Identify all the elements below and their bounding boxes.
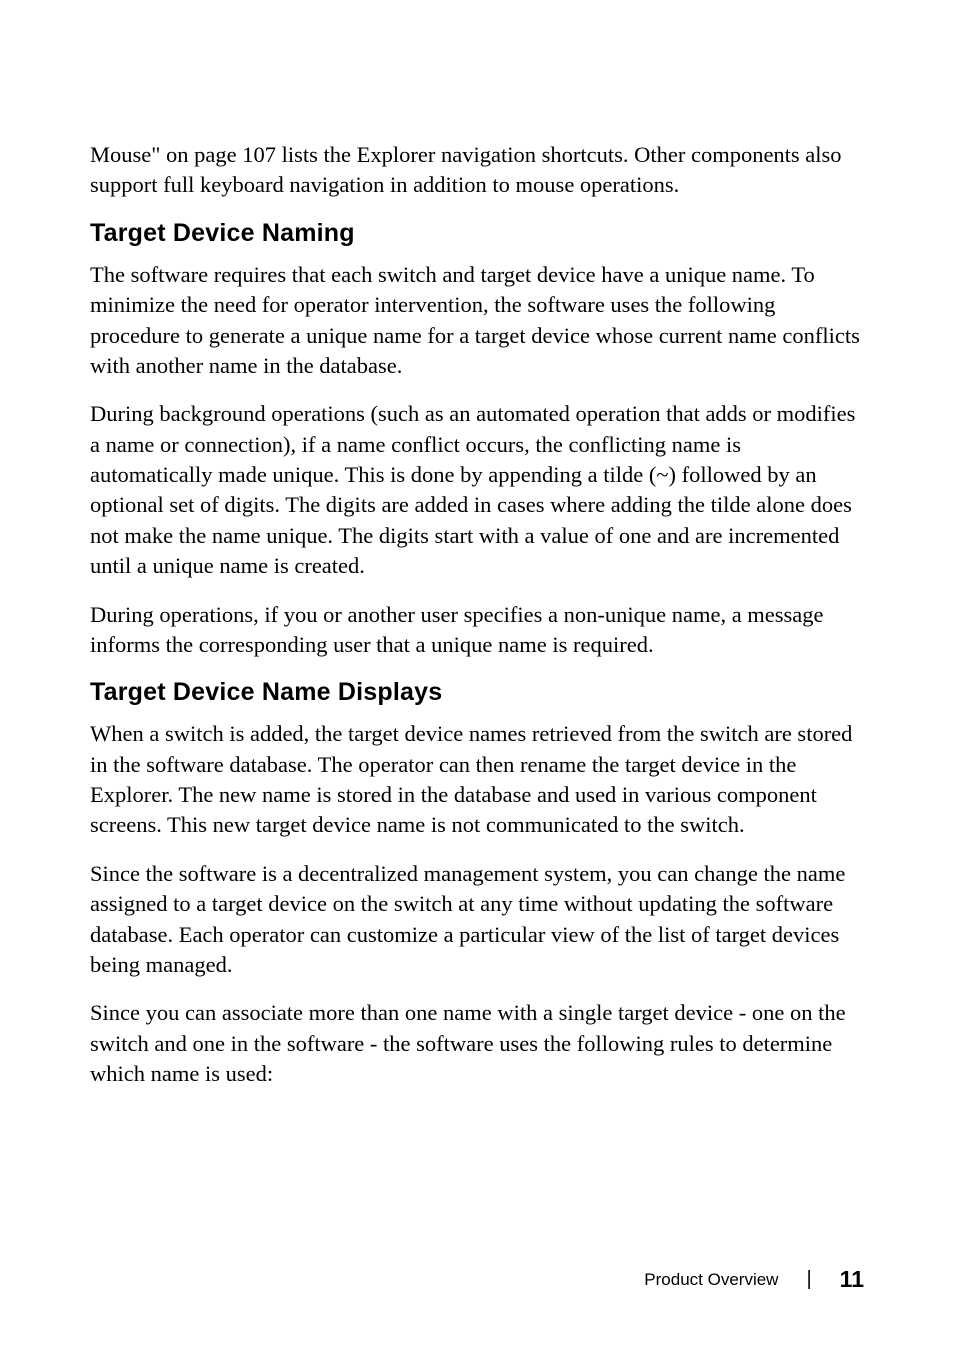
section1-paragraph-2: During background operations (such as an… [90,399,864,581]
heading-target-device-naming: Target Device Naming [90,219,864,248]
section2-paragraph-1: When a switch is added, the target devic… [90,719,864,841]
heading-target-device-name-displays: Target Device Name Displays [90,678,864,707]
section1-paragraph-3: During operations, if you or another use… [90,600,864,661]
footer-divider: | [806,1268,811,1291]
intro-paragraph: Mouse" on page 107 lists the Explorer na… [90,140,864,201]
footer-section-name: Product Overview [644,1270,778,1290]
section2-paragraph-2: Since the software is a decentralized ma… [90,859,864,981]
page-footer: Product Overview | 11 [644,1266,864,1293]
footer-page-number: 11 [840,1266,864,1293]
section1-paragraph-1: The software requires that each switch a… [90,260,864,382]
section2-paragraph-3: Since you can associate more than one na… [90,998,864,1089]
